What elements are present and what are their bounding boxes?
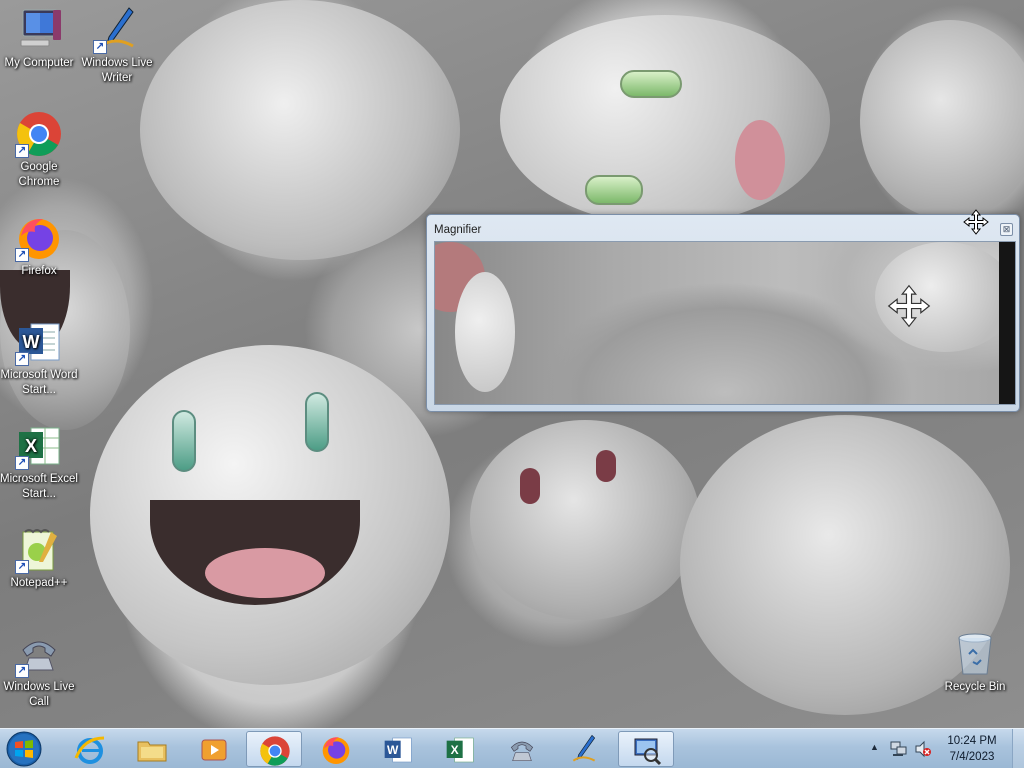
svg-text:W: W: [23, 332, 40, 352]
magnified-edge: [999, 242, 1015, 404]
desktop-icon-firefox[interactable]: ↗ Firefox: [0, 214, 78, 279]
desktop-icon-microsoft-word[interactable]: W ↗ Microsoft Word Start...: [0, 318, 78, 398]
taskbar-magnifier[interactable]: [618, 731, 674, 767]
svg-text:W: W: [387, 743, 399, 757]
wallpaper-eye: [585, 175, 643, 205]
desktop-icon-label: Microsoft Word Start...: [0, 369, 78, 396]
pen-writer-icon: [572, 734, 596, 762]
taskbar-google-chrome[interactable]: [246, 731, 302, 767]
taskbar-internet-explorer[interactable]: [62, 731, 118, 767]
wallpaper-eye: [620, 70, 682, 98]
desktop-icon-label: Firefox: [21, 265, 57, 277]
desktop-icon-label: Microsoft Excel Start...: [0, 473, 78, 500]
computer-icon: [20, 9, 61, 47]
desktop-icon-windows-live-call[interactable]: ↗ Windows Live Call: [0, 630, 78, 710]
wallpaper-creature: [470, 420, 700, 620]
taskbar-firefox[interactable]: [308, 731, 364, 767]
shortcut-arrow-icon: ↗: [15, 352, 29, 366]
taskbar-media-player[interactable]: [186, 731, 242, 767]
desktop-icon-google-chrome[interactable]: ↗ Google Chrome: [0, 110, 78, 190]
start-button[interactable]: [4, 730, 44, 768]
magnifier-window[interactable]: Magnifier ⊠: [426, 209, 1020, 412]
shortcut-arrow-icon: ↗: [93, 40, 107, 54]
desktop-icon-label: Windows Live Call: [3, 681, 75, 708]
taskbar-excel[interactable]: X: [432, 731, 488, 767]
desktop-icon-label: Recycle Bin: [944, 681, 1006, 693]
desktop-wallpaper: My Computer ↗ Windows Live Writer ↗ Goog…: [0, 0, 1024, 728]
move-cursor-icon: [887, 284, 931, 328]
shortcut-arrow-icon: ↗: [15, 560, 29, 574]
taskbar-windows-live-writer[interactable]: [556, 731, 612, 767]
clock-time[interactable]: 10:24 PM: [944, 735, 1000, 747]
firefox-icon: [322, 737, 350, 764]
shortcut-arrow-icon: ↗: [15, 664, 29, 678]
wallpaper-eye: [596, 450, 616, 482]
shortcut-arrow-icon: ↗: [15, 456, 29, 470]
desktop-icon-label: Windows Live Writer: [81, 57, 153, 84]
recycle-bin-icon: [958, 633, 992, 675]
wallpaper-creature: [140, 0, 460, 260]
desktop-icon-microsoft-excel[interactable]: X ↗ Microsoft Excel Start...: [0, 422, 78, 502]
wallpaper-creature: [860, 20, 1024, 220]
magnifier-title: Magnifier: [434, 224, 482, 236]
show-desktop-button[interactable]: [1012, 729, 1024, 768]
taskbar-windows-live-call[interactable]: [494, 731, 550, 767]
chrome-icon: [260, 736, 290, 766]
magnifier-icon: [634, 738, 662, 766]
taskbar: W X ▲ 10:24 PM 7/4/2023: [0, 728, 1024, 768]
shortcut-arrow-icon: ↗: [15, 144, 29, 158]
wallpaper-eye: [305, 392, 329, 452]
magnifier-close-button[interactable]: ⊠: [1000, 223, 1013, 236]
desktop-icon-label: My Computer: [4, 57, 74, 69]
folder-icon: [137, 741, 167, 762]
move-cursor-icon[interactable]: [963, 209, 989, 235]
system-tray: ▲ 10:24 PM 7/4/2023: [866, 729, 1024, 768]
magnifier-viewport: [434, 241, 1016, 405]
desktop-icon-recycle-bin[interactable]: Recycle Bin: [936, 630, 1014, 695]
taskbar-windows-explorer[interactable]: [124, 731, 180, 767]
wallpaper-creature: [500, 15, 830, 225]
desktop-icon-windows-live-writer[interactable]: ↗ Windows Live Writer: [78, 6, 156, 86]
desktop-icon-notepadpp[interactable]: ↗ Notepad++: [0, 526, 78, 591]
desktop-icon-my-computer[interactable]: My Computer: [0, 6, 78, 71]
wallpaper-tongue: [205, 548, 325, 598]
clock-date[interactable]: 7/4/2023: [944, 751, 1000, 763]
phone-icon: [510, 741, 534, 761]
svg-text:X: X: [451, 743, 459, 757]
desktop-icon-label: Notepad++: [10, 577, 68, 589]
volume-muted-icon[interactable]: [914, 740, 932, 758]
windows-start-icon: [6, 731, 42, 767]
tray-expand-chevron[interactable]: ▲: [870, 742, 879, 752]
wallpaper-tongue: [735, 120, 785, 200]
word-icon: W: [384, 737, 412, 763]
shortcut-arrow-icon: ↗: [15, 248, 29, 262]
media-player-icon: [201, 739, 227, 761]
taskbar-word[interactable]: W: [370, 731, 426, 767]
magnified-teeth: [455, 272, 515, 392]
wallpaper-eye: [520, 468, 540, 504]
excel-icon: X: [446, 737, 474, 763]
desktop-icon-label: Google Chrome: [18, 161, 60, 188]
network-icon[interactable]: [890, 740, 908, 758]
wallpaper-eye: [172, 410, 196, 472]
ie-icon: [74, 736, 105, 764]
svg-text:X: X: [25, 436, 37, 456]
